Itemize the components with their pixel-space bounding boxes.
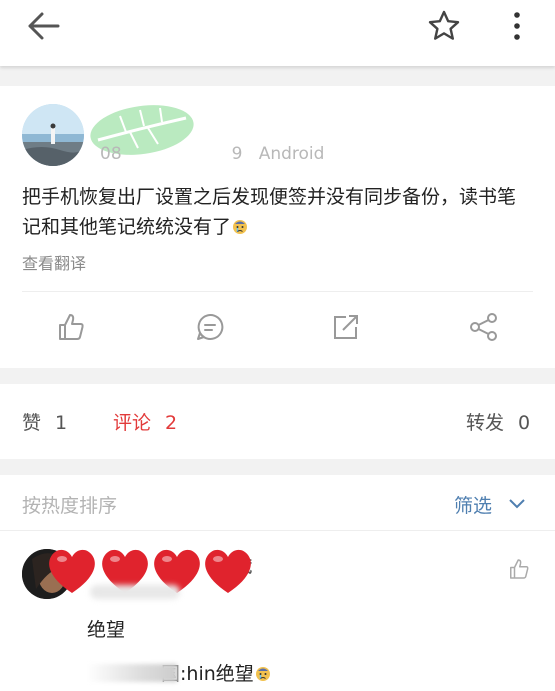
reply-text: :hin绝望 [180, 663, 254, 685]
like-icon[interactable] [55, 311, 87, 343]
tab-likes-label: 赞 [22, 412, 42, 434]
tab-reposts-label: 转发 [466, 412, 505, 434]
post-text-content: 把手机恢复出厂设置之后发现便签并没有同步备份，读书笔记和其他笔记统统没有了 [22, 186, 517, 238]
crying-emoji-icon [255, 667, 270, 681]
divider [22, 291, 533, 292]
sort-bar: 按热度排序 筛选 [0, 475, 555, 531]
tab-comments[interactable]: 评论 2 [113, 408, 177, 435]
filter-button[interactable]: 筛选 [454, 491, 492, 518]
tab-reposts[interactable]: 转发 0 [466, 408, 530, 435]
post-card: 08 9 Android 把手机恢复出厂设置之后发现便签并没有同步备份，读书笔记和… [0, 86, 555, 368]
translate-link[interactable]: 查看翻译 [22, 250, 86, 274]
tab-reposts-count: 0 [518, 412, 531, 434]
post-time-fragment: 08 [100, 144, 122, 164]
post-meta: 08 9 Android [100, 144, 324, 164]
comment-icon[interactable] [194, 311, 226, 343]
tab-comments-label: 评论 [113, 412, 152, 434]
tab-likes[interactable]: 赞1 [22, 408, 67, 435]
sort-label[interactable]: 按热度排序 [22, 491, 117, 518]
comment-text: 绝望 [87, 619, 126, 641]
share-icon[interactable] [468, 311, 500, 343]
arrow-left-icon[interactable] [24, 10, 64, 42]
tab-comments-count: 2 [165, 412, 178, 434]
comment-item: 藏 绝望 国:hin绝望 [0, 531, 555, 691]
comment-like-icon[interactable] [507, 557, 531, 581]
repost-icon[interactable] [330, 311, 362, 343]
comment-reply[interactable]: 国:hin绝望 [87, 659, 272, 686]
comment-meta-blurred [90, 585, 180, 599]
post-client: Android [258, 144, 325, 164]
more-vertical-icon[interactable] [505, 8, 529, 44]
reply-author-blurred [87, 664, 177, 682]
avatar[interactable] [22, 104, 84, 166]
post-text: 把手机恢复出厂设置之后发现便签并没有同步备份，读书笔记和其他笔记统统没有了 [22, 182, 532, 242]
post-time-fragment-end: 9 [231, 144, 243, 164]
top-bar [0, 0, 555, 66]
interaction-tabs: 赞1 评论 2 转发 0 [0, 384, 555, 459]
tab-likes-count: 1 [55, 412, 68, 434]
chevron-down-icon[interactable] [508, 497, 526, 511]
crying-emoji-icon [233, 220, 248, 234]
star-icon[interactable] [426, 8, 462, 44]
